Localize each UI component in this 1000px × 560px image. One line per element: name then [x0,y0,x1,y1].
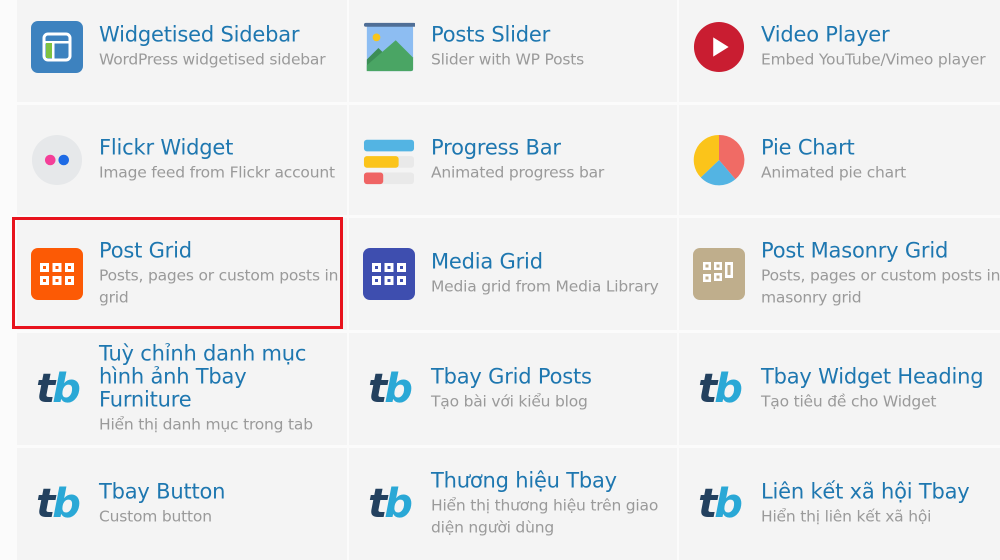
widget-post-grid[interactable]: Post Grid Posts, pages or custom posts i… [17,218,347,330]
widget-description: Slider with WP Posts [431,50,585,69]
widget-tbay-category-image[interactable]: tb Tuỳ chỉnh danh mục hình ảnh Tbay Furn… [17,333,347,445]
widget-post-masonry-grid[interactable]: Post Masonry Grid Posts, pages or custom… [679,218,1000,330]
widget-title: Posts Slider [431,22,551,47]
widget-title: Post Masonry Grid [761,238,949,263]
widget-flickr[interactable]: Flickr Widget Image feed from Flickr acc… [17,105,347,215]
widget-title: Tbay Grid Posts [431,364,592,389]
widget-title: Post Grid [99,238,192,263]
widget-tbay-brands[interactable]: tb Thương hiệu Tbay Hiển thị thương hiệu… [349,448,677,560]
widget-pie-chart[interactable]: Pie Chart Animated pie chart [679,105,1000,215]
pie-chart-icon [693,134,745,186]
widget-tbay-grid-posts[interactable]: tb Tbay Grid Posts Tạo bài với kiểu blog [349,333,677,445]
grid-icon [31,248,83,300]
widget-description: Hiển thị liên kết xã hội [761,507,932,526]
widget-title: Thương hiệu Tbay [431,468,617,493]
widget-description: Hiển thị thương hiệu trên giao diện ngườ… [431,496,659,537]
widget-widgetised-sidebar[interactable]: Widgetised Sidebar WordPress widgetised … [17,0,347,102]
widget-progress-bar[interactable]: Progress Bar Animated progress bar [349,105,677,215]
widget-description: Animated pie chart [761,163,907,182]
widget-grid: Widgetised Sidebar WordPress widgetised … [17,0,1000,560]
widget-title: Tuỳ chỉnh danh mục hình ảnh Tbay Furnitu… [99,341,307,412]
widget-description: Media grid from Media Library [431,277,659,296]
widget-video-player[interactable]: Video Player Embed YouTube/Vimeo player [679,0,1000,102]
tbay-logo-icon: tb [36,481,81,527]
sidebar-layout-icon [31,21,83,73]
widget-posts-slider[interactable]: Posts Slider Slider with WP Posts [349,0,677,102]
widget-description: Hiển thị danh mục trong tab [99,415,313,434]
widget-title: Tbay Widget Heading [761,364,984,389]
widget-title: Flickr Widget [99,135,234,160]
play-icon [693,21,745,73]
tbay-logo-icon: tb [36,366,81,412]
tbay-logo-icon: tb [698,366,743,412]
widget-title: Widgetised Sidebar [99,22,300,47]
widget-title: Tbay Button [99,479,226,504]
widget-title: Media Grid [431,249,543,274]
widget-title: Liên kết xã hội Tbay [761,479,970,504]
tbay-logo-icon: tb [368,366,413,412]
widget-title: Pie Chart [761,135,855,160]
widget-description: WordPress widgetised sidebar [99,50,326,69]
tbay-logo-icon: tb [368,481,413,527]
widget-description: Custom button [99,507,212,526]
image-slider-icon [363,21,415,73]
widget-media-grid[interactable]: Media Grid Media grid from Media Library [349,218,677,330]
widget-description: Image feed from Flickr account [99,163,335,182]
widget-description: Posts, pages or custom posts in masonry … [761,266,1000,307]
tbay-logo-icon: tb [698,481,743,527]
grid-icon [363,248,415,300]
masonry-grid-icon [693,248,745,300]
widget-title: Progress Bar [431,135,561,160]
widget-title: Video Player [761,22,890,47]
progress-bar-icon [363,134,415,186]
widget-tbay-social-links[interactable]: tb Liên kết xã hội Tbay Hiển thị liên kế… [679,448,1000,560]
widget-tbay-button[interactable]: tb Tbay Button Custom button [17,448,347,560]
widget-description: Tạo tiêu đề cho Widget [761,392,937,411]
widget-description: Tạo bài với kiểu blog [431,392,588,411]
widget-tbay-widget-heading[interactable]: tb Tbay Widget Heading Tạo tiêu đề cho W… [679,333,1000,445]
flickr-icon [31,134,83,186]
widget-description: Posts, pages or custom posts in grid [99,266,339,307]
widget-description: Embed YouTube/Vimeo player [761,50,986,69]
widget-description: Animated progress bar [431,163,605,182]
